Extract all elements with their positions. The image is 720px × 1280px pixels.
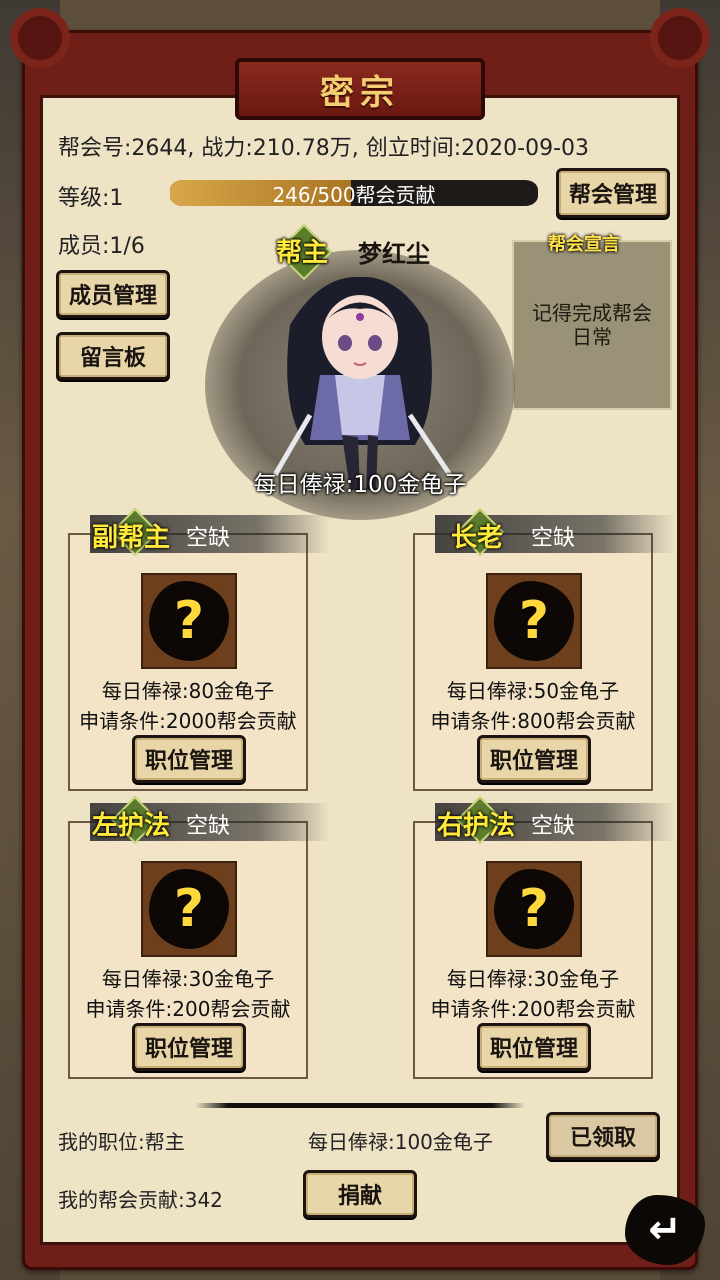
message-board-button[interactable]: 留言板 [56, 332, 170, 380]
guild-manage-button[interactable]: 帮会管理 [556, 168, 670, 218]
slot-rank-title: 副帮主 [92, 523, 171, 553]
slot-requirement: 申请条件:200帮会贡献 [430, 997, 636, 1021]
slot-rank-title: 右护法 [437, 811, 516, 841]
back-button[interactable]: ↵ [620, 1190, 710, 1270]
my-contribution: 我的帮会贡献:342 [58, 1188, 223, 1212]
vacant-avatar[interactable]: ? [486, 573, 582, 669]
slot-rank-title: 长老 [451, 523, 504, 553]
slot-requirement: 申请条件:800帮会贡献 [430, 709, 636, 733]
position-manage-button[interactable]: 职位管理 [132, 735, 246, 783]
guild-title: 密宗 [320, 72, 400, 113]
question-mark-icon: ? [173, 879, 205, 939]
position-slot-vice-leader: 副帮主 空缺 ? 每日俸禄:80金龟子 申请条件:2000帮会贡献 职位管理 [68, 507, 330, 791]
contribution-progress-bar: 246/500帮会贡献 [170, 180, 538, 206]
guild-announcement-title: 帮会宣言 [548, 234, 620, 255]
vacant-avatar[interactable]: ? [141, 861, 237, 957]
frame-corner-right-ornament [650, 8, 710, 68]
back-arrow-icon: ↵ [648, 1207, 682, 1253]
slot-salary: 每日俸禄:80金龟子 [101, 679, 275, 703]
slot-rank-title: 左护法 [92, 811, 171, 841]
slot-requirement: 申请条件:2000帮会贡献 [79, 709, 297, 733]
vacant-avatar[interactable]: ? [141, 573, 237, 669]
position-manage-button[interactable]: 职位管理 [477, 1023, 591, 1071]
slot-vacant-status: 空缺 [186, 526, 231, 551]
leader-rank-title: 帮主 [276, 238, 329, 268]
slot-vacant-status: 空缺 [531, 526, 576, 551]
question-mark-icon: ? [518, 591, 550, 651]
vacant-avatar[interactable]: ? [486, 861, 582, 957]
question-mark-icon: ? [173, 591, 205, 651]
leader-salary: 每日俸禄:100金龟子 [253, 472, 467, 498]
position-manage-button[interactable]: 职位管理 [132, 1023, 246, 1071]
position-slot-left-protector: 左护法 空缺 ? 每日俸禄:30金龟子 申请条件:200帮会贡献 职位管理 [68, 795, 330, 1079]
my-daily-salary: 每日俸禄:100金龟子 [308, 1130, 493, 1154]
slot-salary: 每日俸禄:30金龟子 [446, 967, 620, 991]
slot-vacant-status: 空缺 [531, 814, 576, 839]
donate-button[interactable]: 捐献 [303, 1170, 417, 1218]
slot-vacant-status: 空缺 [186, 814, 231, 839]
frame-corner-left-ornament [10, 8, 70, 68]
contribution-progress-label: 246/500帮会贡献 [272, 182, 436, 207]
member-manage-button[interactable]: 成员管理 [56, 270, 170, 318]
leader-name: 梦红尘 [358, 240, 430, 268]
guild-announcement-text: 记得完成帮会日常 [532, 301, 652, 349]
slot-requirement: 申请条件:200帮会贡献 [85, 997, 291, 1021]
guild-title-plaque: 密宗 [235, 58, 485, 120]
footer-divider [195, 1103, 525, 1108]
slot-salary: 每日俸禄:50金龟子 [446, 679, 620, 703]
my-position: 我的职位:帮主 [58, 1130, 185, 1154]
member-count: 成员:1/6 [58, 234, 145, 259]
leader-character-portrait[interactable] [250, 265, 470, 495]
guild-level: 等级:1 [58, 186, 124, 211]
position-slot-elder: 长老 空缺 ? 每日俸禄:50金龟子 申请条件:800帮会贡献 职位管理 [413, 507, 675, 791]
position-manage-button[interactable]: 职位管理 [477, 735, 591, 783]
question-mark-icon: ? [518, 879, 550, 939]
guild-info-line: 帮会号:2644, 战力:210.78万, 创立时间:2020-09-03 [58, 136, 590, 161]
slot-salary: 每日俸禄:30金龟子 [101, 967, 275, 991]
salary-claimed-button[interactable]: 已领取 [546, 1112, 660, 1160]
position-slot-right-protector: 右护法 空缺 ? 每日俸禄:30金龟子 申请条件:200帮会贡献 职位管理 [413, 795, 675, 1079]
guild-announcement-box: 记得完成帮会日常 [512, 240, 672, 410]
